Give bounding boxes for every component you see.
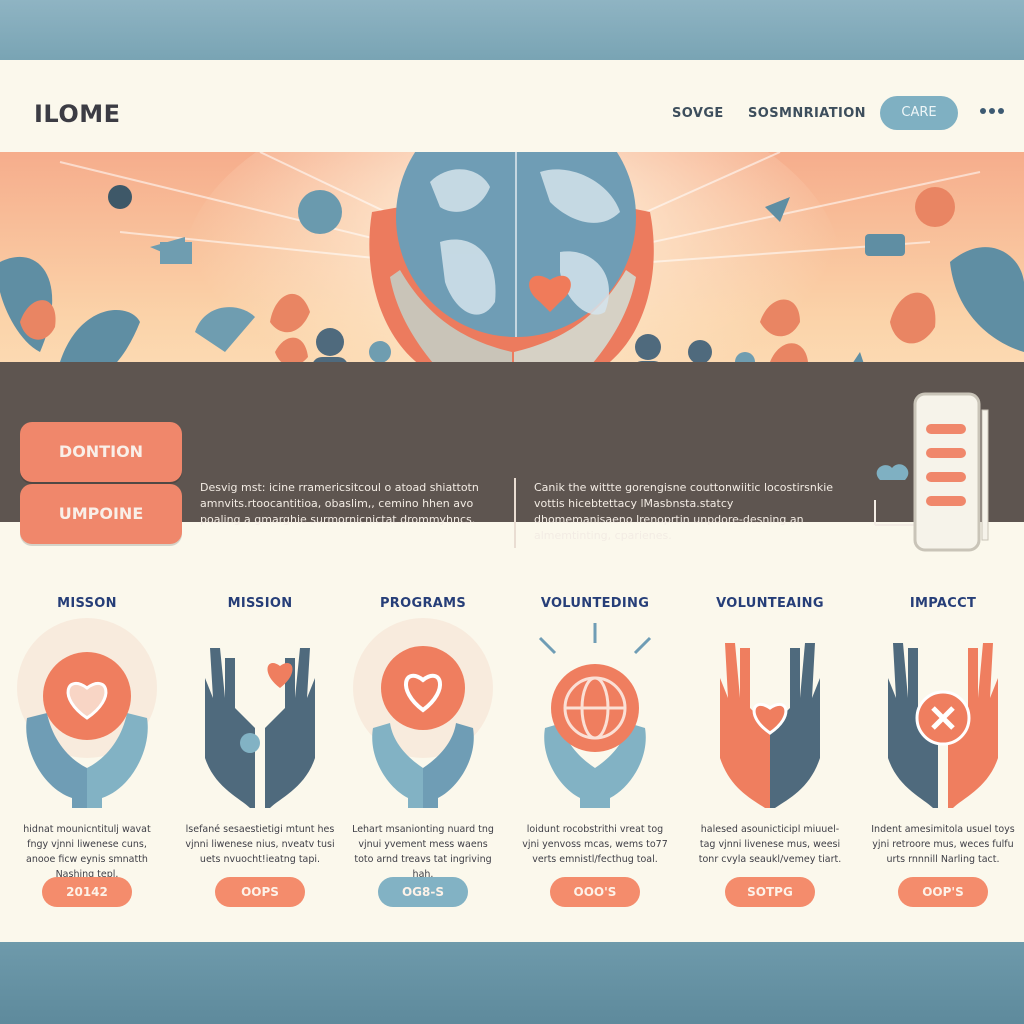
card-title: MISSON (57, 596, 117, 611)
card-impact: IMPACCT Indent amesimitola usuel toys yj… (868, 590, 1018, 930)
card-pill-button[interactable]: OOP'S (898, 877, 988, 907)
care-button[interactable]: CARE (880, 96, 958, 130)
card-programs: PROGRAMS Lehart msanionting nuard tng vj… (348, 590, 498, 930)
card-title: VOLUNTEAING (716, 596, 824, 611)
card-title: MISSION (227, 596, 293, 611)
support-button[interactable]: UMPOINE (20, 484, 182, 544)
heart-circle-hands-icon (353, 618, 493, 808)
card-mission-2: MISSION lsefané sesaestietigi mtunt hes … (185, 590, 335, 930)
hands-star-icon (888, 643, 998, 808)
phone-mockup-icon (874, 392, 989, 552)
open-palm-heart-icon (720, 643, 820, 808)
band-text-left: Desvig mst: icine rramericsitcoul o atoa… (200, 481, 479, 526)
web-page: ILOME SOVGE SOSMNRIATION CARE DONTION UM… (0, 60, 1024, 942)
card-text: halesed asounicticipl miuuel-tag vjnni l… (698, 824, 842, 865)
card-volunteering-1: VOLUNTEDING loidunt rocobstrithi vreat t… (520, 590, 670, 930)
card-pill-button[interactable]: OOPS (215, 877, 305, 907)
card-pill-button[interactable]: OOO'S (550, 877, 640, 907)
card-text: loidunt rocobstrithi vreat tog vjni yenv… (522, 824, 668, 865)
window-top-frame (0, 0, 1024, 60)
globe-hands-icon (538, 623, 652, 808)
site-header: ILOME SOVGE SOSMNRIATION CARE (0, 60, 1024, 152)
raised-hands-heart-icon (205, 648, 315, 808)
band-text-right: Canik the wittte gorengisne couttonwiiti… (534, 481, 834, 542)
card-text: Indent amesimitola usuel toys yjni retro… (871, 824, 1015, 865)
nav-link-sosmnriation[interactable]: SOSMNRIATION (748, 106, 866, 121)
card-title: VOLUNTEDING (540, 596, 650, 611)
band-divider (514, 478, 516, 548)
card-title: PROGRAMS (379, 596, 467, 611)
site-logo[interactable]: ILOME (34, 100, 121, 128)
card-text: lsefané sesaestietigi mtunt hes vjnni li… (185, 824, 335, 865)
card-pill-button[interactable]: SOTPG (725, 877, 815, 907)
card-mission-1: MISSON hidnat mounicntitulj wavat fngy v… (12, 590, 162, 930)
card-text: Lehart msanionting nuard tng vjnui yveme… (352, 824, 494, 880)
card-volunteering-2: VOLUNTEAING halesed asounicticipl miuuel… (695, 590, 845, 930)
nav-link-sovge[interactable]: SOVGE (672, 106, 724, 121)
more-menu-icon[interactable] (980, 108, 1004, 116)
card-pill-button[interactable]: OG8-S (378, 877, 468, 907)
donation-button[interactable]: DONTION (20, 422, 182, 482)
heart-ball-hands-icon (17, 618, 157, 808)
card-title: IMPACCT (909, 596, 977, 611)
card-pill-button[interactable]: 20142 (42, 877, 132, 907)
window-bottom-frame (0, 942, 1024, 1024)
card-text: hidnat mounicntitulj wavat fngy vjnni li… (23, 824, 151, 880)
